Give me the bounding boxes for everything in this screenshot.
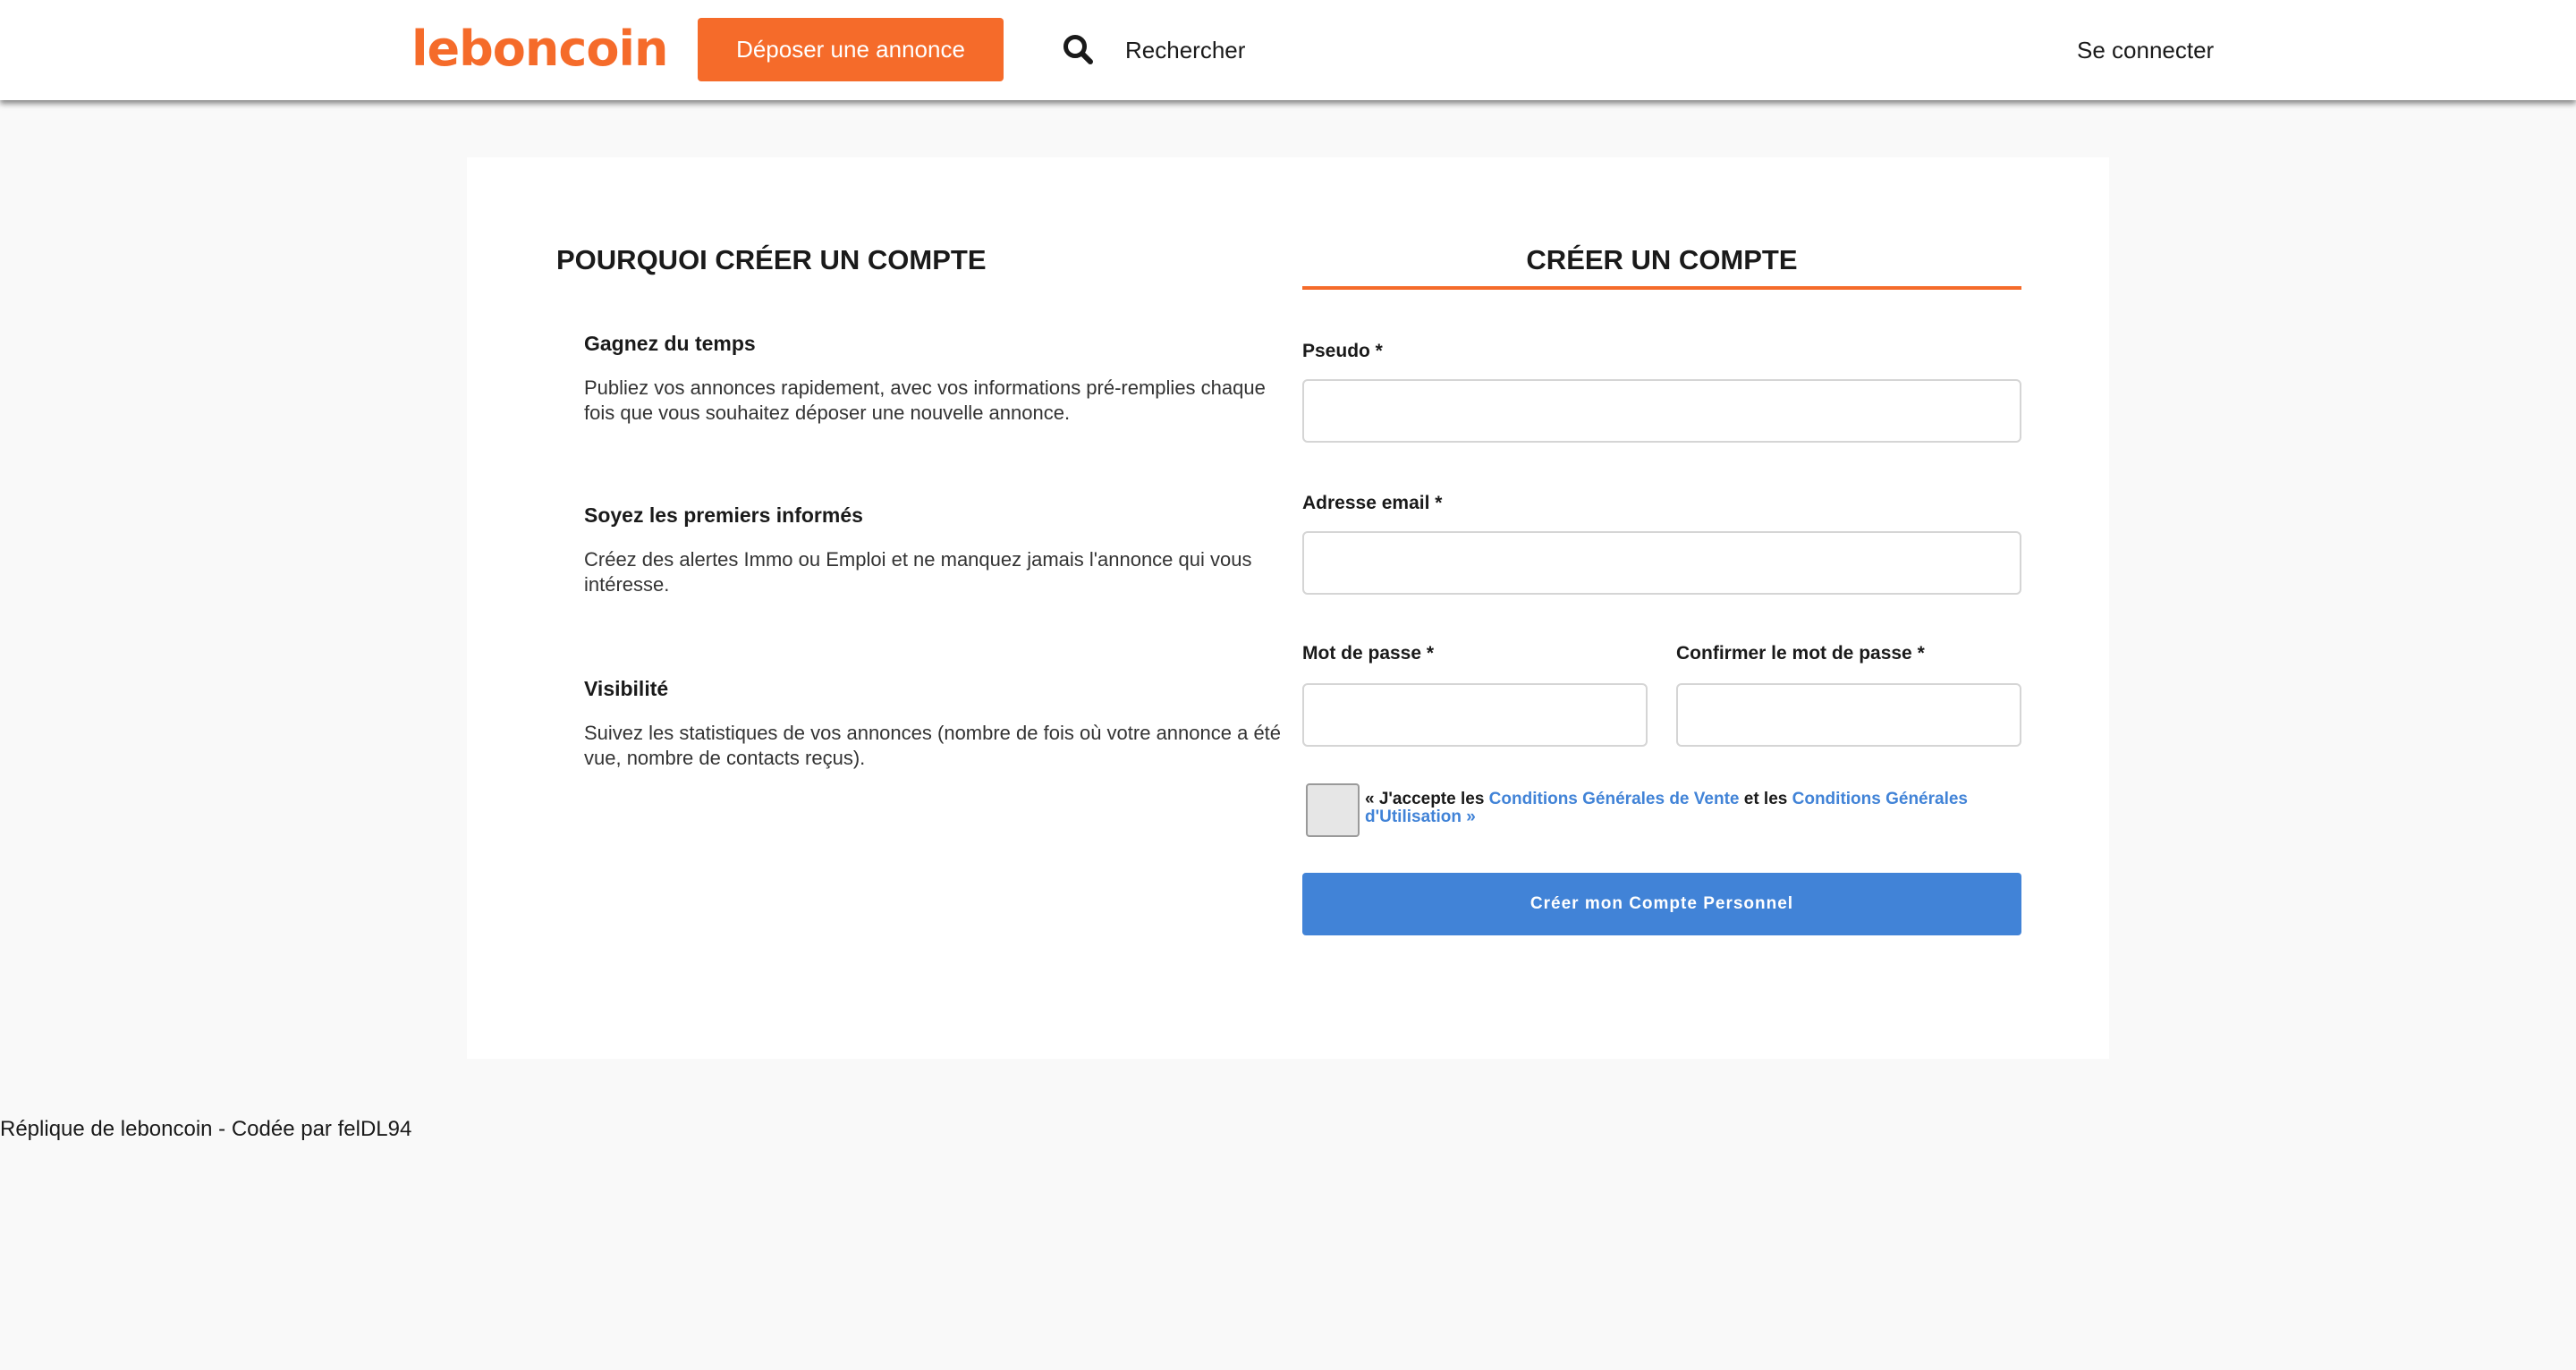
footer-credit: Réplique de leboncoin - Codée par felDL9…	[0, 1117, 412, 1141]
search-icon[interactable]	[1061, 32, 1097, 68]
login-link[interactable]: Se connecter	[2077, 36, 2214, 64]
email-label: Adresse email *	[1302, 493, 1443, 513]
create-account-button[interactable]: Créer mon Compte Personnel	[1302, 873, 2021, 935]
cgv-link[interactable]: Conditions Générales de Vente	[1489, 790, 1740, 808]
terms-middle: et les	[1739, 790, 1792, 808]
benefit-item: Gagnez du temps Publiez vos annonces rap…	[584, 331, 1300, 426]
email-input[interactable]	[1302, 531, 2021, 595]
search-link[interactable]: Rechercher	[1125, 36, 1245, 64]
benefit-title: Soyez les premiers informés	[584, 503, 863, 527]
password-input[interactable]	[1302, 683, 1648, 747]
terms-text: « J'accepte les Conditions Générales de …	[1365, 791, 2027, 826]
deposit-ad-button[interactable]: Déposer une annonce	[698, 18, 1004, 81]
why-create-account-title: POURQUOI CRÉER UN COMPTE	[556, 244, 987, 275]
leboncoin-logo[interactable]: leboncoin	[411, 20, 668, 79]
terms-prefix: « J'accepte les	[1365, 790, 1489, 808]
terms-checkbox[interactable]	[1306, 783, 1360, 837]
site-header: leboncoin Déposer une annonce Rechercher…	[0, 0, 2576, 100]
confirm-password-input[interactable]	[1676, 683, 2021, 747]
benefit-text: Publiez vos annonces rapidement, avec vo…	[584, 376, 1266, 424]
create-account-title: CRÉER UN COMPTE	[1526, 244, 1798, 275]
password-label: Mot de passe *	[1302, 643, 1435, 664]
pseudo-label: Pseudo *	[1302, 341, 1383, 361]
benefit-title: Visibilité	[584, 677, 669, 700]
title-underline	[1302, 286, 2021, 290]
benefit-text: Suivez les statistiques de vos annonces …	[584, 722, 1282, 769]
confirm-password-label: Confirmer le mot de passe *	[1676, 643, 1925, 664]
benefit-item: Visibilité Suivez les statistiques de vo…	[584, 676, 1300, 771]
benefit-title: Gagnez du temps	[584, 332, 756, 355]
benefit-text: Créez des alertes Immo ou Emploi et ne m…	[584, 548, 1252, 596]
signup-card: POURQUOI CRÉER UN COMPTE Gagnez du temps…	[467, 157, 2109, 1059]
benefit-item: Soyez les premiers informés Créez des al…	[584, 503, 1300, 597]
pseudo-input[interactable]	[1302, 379, 2021, 443]
